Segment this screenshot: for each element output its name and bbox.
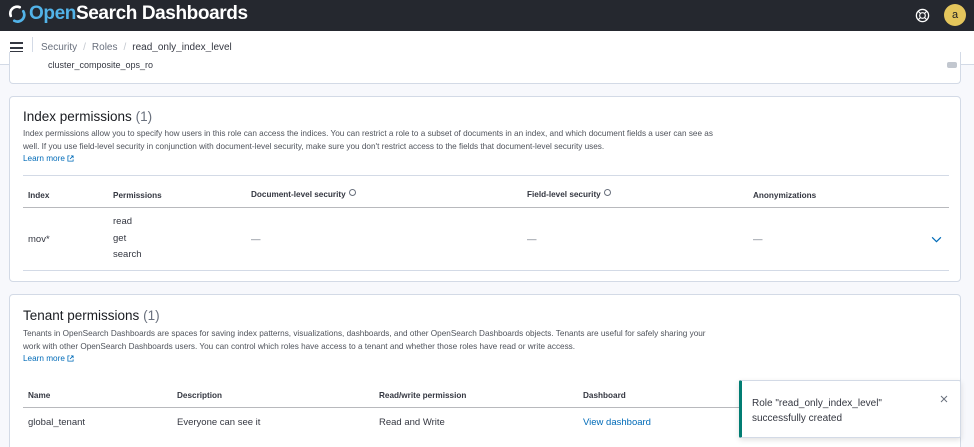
info-icon[interactable] (603, 189, 611, 196)
learn-more-label: Learn more (23, 354, 65, 363)
user-avatar[interactable]: a (944, 4, 966, 26)
success-toast: Role "read_only_index_level" successfull… (739, 380, 961, 438)
toast-message: Role "read_only_index_level" successfull… (752, 398, 882, 424)
index-permissions-panel: Index permissions (1) Index permissions … (9, 96, 961, 282)
help-icon[interactable] (915, 8, 930, 23)
column-header-index[interactable]: Index (28, 191, 49, 200)
scroll-indicator (947, 62, 957, 68)
tenant-permissions-title: Tenant permissions (1) (23, 308, 160, 323)
index-learn-more-link[interactable]: Learn more (23, 154, 74, 163)
index-permissions-description: Index permissions allow you to specify h… (23, 129, 713, 151)
tenant-permissions-heading: Tenant permissions (23, 308, 140, 323)
column-header-fls[interactable]: Field-level security (527, 189, 611, 199)
info-icon[interactable] (348, 189, 356, 196)
learn-more-label: Learn more (23, 154, 65, 163)
cluster-permission-item: cluster_composite_ops_ro (48, 60, 154, 70)
close-icon[interactable] (940, 395, 948, 403)
table-header-divider (23, 207, 949, 208)
column-header-dls[interactable]: Document-level security (251, 189, 356, 199)
brand-rest: Search Dashboards (75, 3, 248, 24)
column-header-permissions[interactable]: Permissions (113, 191, 162, 200)
view-dashboard-link[interactable]: View dashboard (583, 417, 651, 428)
tenant-learn-more-link[interactable]: Learn more (23, 354, 74, 363)
tenant-name-cell: global_tenant (28, 417, 86, 428)
index-pattern-cell: mov* (28, 234, 50, 245)
column-header-description[interactable]: Description (177, 391, 222, 400)
column-header-name[interactable]: Name (28, 391, 50, 400)
tenant-permission-cell: Read and Write (379, 417, 445, 428)
table-row-divider (23, 270, 949, 271)
top-header: OpenSearch Dashboards a (0, 0, 974, 31)
brand-open: Open (29, 3, 76, 24)
brand-name: OpenSearch Dashboards (29, 3, 248, 25)
cluster-permissions-panel: cluster_composite_ops_ro (9, 52, 961, 84)
opensearch-logo-icon (8, 5, 26, 23)
opensearch-logo[interactable]: OpenSearch Dashboards (8, 3, 248, 25)
column-header-read-write[interactable]: Read/write permission (379, 391, 466, 400)
fls-cell: — (527, 234, 537, 245)
anonymizations-cell: — (753, 234, 763, 245)
external-link-icon (67, 355, 74, 362)
column-header-anonymizations[interactable]: Anonymizations (753, 191, 816, 200)
index-permissions-heading: Index permissions (23, 109, 132, 124)
dls-cell: — (251, 234, 261, 245)
external-link-icon (67, 155, 74, 162)
permission-item: search (113, 249, 142, 260)
chevron-down-icon[interactable] (931, 236, 942, 243)
table-header-divider (23, 407, 743, 408)
column-header-dashboard[interactable]: Dashboard (583, 391, 626, 400)
tenant-permissions-description: Tenants in OpenSearch Dashboards are spa… (23, 329, 706, 351)
tenant-description-cell: Everyone can see it (177, 417, 261, 428)
index-permissions-title: Index permissions (1) (23, 109, 152, 124)
permission-item: get (113, 232, 127, 244)
dls-header-label: Document-level security (251, 190, 346, 199)
fls-header-label: Field-level security (527, 190, 601, 199)
index-permissions-count: (1) (135, 109, 153, 124)
permissions-cell: read get search (113, 214, 142, 264)
table-divider (23, 175, 949, 176)
tenant-permissions-count: (1) (143, 308, 160, 323)
permission-item: read (113, 216, 133, 227)
